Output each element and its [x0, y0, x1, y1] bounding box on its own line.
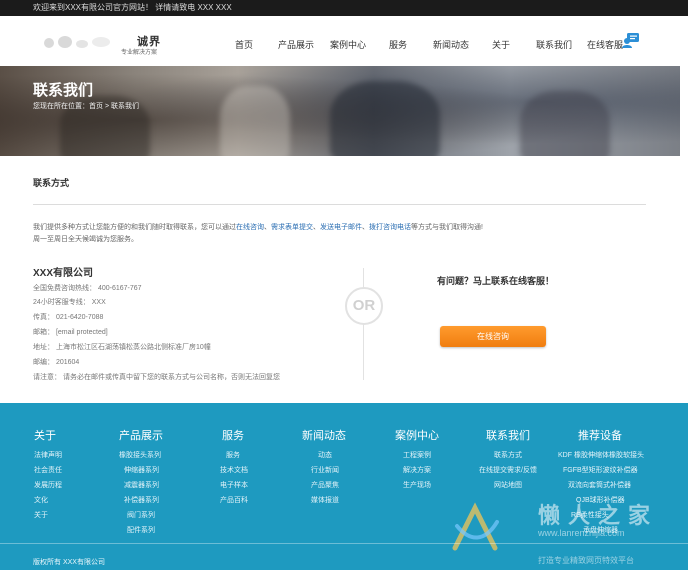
nav-service[interactable]: 服务 — [389, 38, 407, 51]
footer-link[interactable]: 双流向套筒式补偿器 — [568, 480, 631, 490]
footer-link[interactable]: 动态 — [318, 450, 332, 460]
watermark-logo-icon — [452, 502, 499, 551]
watermark-url: www.lanrenzhijia.com — [538, 528, 625, 538]
info-postcode: 邮编： 201604 — [33, 359, 80, 366]
footer-head-about: 关于 — [34, 430, 56, 442]
footer-link[interactable]: 阀门系列 — [127, 510, 155, 520]
footer-link[interactable]: 服务 — [226, 450, 240, 460]
footer-link[interactable]: 工程案例 — [403, 450, 431, 460]
footer-head-news: 新闻动态 — [302, 430, 346, 442]
nav-cases[interactable]: 案例中心 — [330, 38, 366, 51]
copyright: 版权所有 XXX有限公司 — [33, 559, 105, 566]
footer-link[interactable]: 减震器系列 — [124, 480, 159, 490]
footer-link[interactable]: 产品聚焦 — [311, 480, 339, 490]
footer-head-contact: 联系我们 — [486, 430, 530, 442]
info-address: 地址： 上海市松江区石湖荡镇松蒸公路北侧标准厂房10幢 — [33, 344, 211, 351]
info-service-line: 24小时客服专线： XXX — [33, 299, 106, 306]
intro-separator: 、 — [362, 224, 369, 231]
footer-link[interactable]: 解决方案 — [403, 465, 431, 475]
info-email[interactable]: 邮箱： [email protected] — [33, 327, 108, 337]
footer-link[interactable]: 产品百科 — [220, 495, 248, 505]
nav-home[interactable]: 首页 — [235, 38, 253, 51]
footer: 关于 法律声明 社会责任 发展历程 文化 关于 产品展示 橡胶接头系列 伸缩器系… — [0, 403, 688, 570]
footer-head-products: 产品展示 — [119, 430, 163, 442]
breadcrumb-current: 联系我们 — [110, 103, 139, 110]
footer-head-recommended: 推荐设备 — [578, 430, 622, 442]
footer-link[interactable]: 电子样本 — [220, 480, 248, 490]
link-call-hotline[interactable]: 拨打咨询电话 — [369, 224, 411, 231]
page-banner: 联系我们 您现在所在位置：首页 > 联系我们 — [0, 66, 680, 156]
logo-icon[interactable] — [42, 34, 118, 50]
footer-link[interactable]: 联系方式 — [494, 450, 522, 460]
footer-link[interactable]: 法律声明 — [34, 450, 62, 460]
info-hotline: 全国免费咨询热线： 400-6167-767 — [33, 285, 142, 292]
breadcrumb-home[interactable]: 首页 — [89, 103, 103, 110]
footer-link[interactable]: 技术文档 — [220, 465, 248, 475]
top-bar: 欢迎来到XXX有限公司官方网站！ 详情请致电 XXX XXX — [0, 0, 688, 16]
intro-text: 我们提供多种方式让您能方便的和我们随时取得联系，您可以通过在线咨询、需求表单提交… — [33, 222, 633, 246]
nav-contact[interactable]: 联系我们 — [536, 38, 572, 51]
watermark-text: 懒人之家 — [538, 503, 659, 528]
ask-text: 有问题？马上联系在线客服！ — [437, 276, 555, 286]
welcome-text: 欢迎来到XXX有限公司官方网站！ 详情请致电 XXX XXX — [33, 3, 232, 12]
logo-subtitle: 专业解决方案 — [121, 50, 158, 56]
footer-link[interactable]: 社会责任 — [34, 465, 62, 475]
nav-products[interactable]: 产品展示 — [278, 38, 314, 51]
nav-online-service[interactable]: 在线客服 — [587, 38, 623, 51]
nav-news[interactable]: 新闻动态 — [433, 38, 469, 51]
footer-link[interactable]: 伸缩器系列 — [124, 465, 159, 475]
breadcrumb-prefix: 您现在所在位置： — [33, 103, 89, 110]
footer-link[interactable]: 关于 — [34, 510, 48, 520]
page-title: 联系我们 — [33, 82, 94, 99]
footer-divider — [0, 543, 688, 544]
footer-link[interactable]: 行业新闻 — [311, 465, 339, 475]
link-form-submit[interactable]: 需求表单提交 — [271, 224, 313, 231]
footer-link[interactable]: 文化 — [34, 495, 48, 505]
link-online-consult[interactable]: 在线咨询 — [236, 224, 264, 231]
intro-service-hours: 周一至周日全天候竭诚为您服务。 — [33, 236, 138, 243]
company-name: XXX有限公司 — [33, 268, 94, 279]
footer-link[interactable]: 补偿器系列 — [124, 495, 159, 505]
footer-link[interactable]: FGFB型矩形波纹补偿器 — [563, 465, 638, 475]
footer-link[interactable]: 媒体报道 — [311, 495, 339, 505]
footer-link[interactable]: 网站地图 — [494, 480, 522, 490]
or-badge: OR — [345, 287, 383, 325]
nav-about[interactable]: 关于 — [492, 38, 510, 51]
footer-head-cases: 案例中心 — [395, 430, 439, 442]
online-consult-button[interactable]: 在线咨询 — [440, 326, 546, 347]
breadcrumb: 您现在所在位置：首页 > 联系我们 — [33, 101, 139, 111]
footer-link[interactable]: 生产现场 — [403, 480, 431, 490]
footer-link[interactable]: 配件系列 — [127, 525, 155, 535]
link-send-email[interactable]: 发送电子邮件 — [320, 224, 362, 231]
section-title: 联系方式 — [33, 178, 70, 188]
watermark-slogan: 打造专业精致网页特效平台 — [538, 556, 634, 565]
info-fax: 传真： 021-6420-7088 — [33, 314, 104, 321]
intro-separator: 、 — [264, 224, 271, 231]
intro-tail: 等方式与我们取得沟通! — [411, 224, 483, 231]
divider — [33, 204, 646, 205]
breadcrumb-separator: > — [103, 103, 111, 110]
customer-service-icon[interactable] — [622, 32, 640, 48]
footer-link[interactable]: 在线提交需求/反馈 — [479, 465, 537, 475]
footer-link[interactable]: 发展历程 — [34, 480, 62, 490]
info-notice: 请注意： 请务必在邮件或传真中留下您的联系方式与公司名称，否则无法回复您 — [33, 374, 280, 381]
footer-link[interactable]: KDF 橡胶伸缩体橡胶软接头 — [558, 450, 644, 460]
footer-head-service: 服务 — [222, 430, 244, 442]
footer-link[interactable]: 橡胶接头系列 — [119, 450, 161, 460]
intro-lead: 我们提供多种方式让您能方便的和我们随时取得联系，您可以通过 — [33, 224, 236, 231]
intro-separator: 、 — [313, 224, 320, 231]
